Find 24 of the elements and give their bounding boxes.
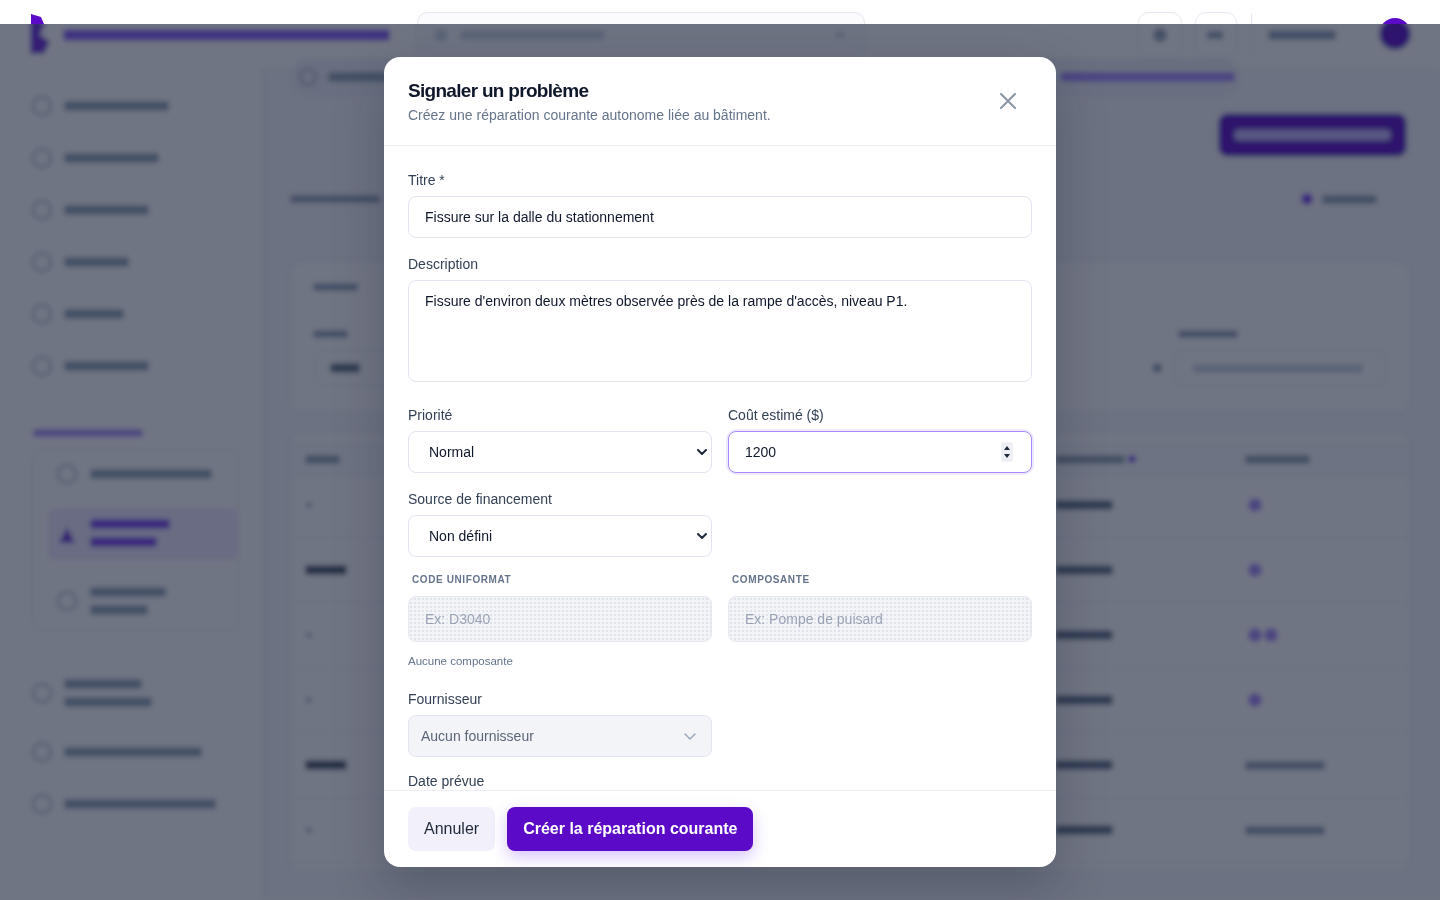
field-label: CODE UNIFORMAT xyxy=(412,573,512,587)
cancel-button[interactable]: Annuler xyxy=(408,807,496,851)
close-icon xyxy=(1000,93,1016,109)
chevron-down-icon xyxy=(684,732,696,740)
stepper-icon[interactable] xyxy=(1001,442,1013,462)
textarea-field[interactable]: Fissure d'environ deux mètres observée près de la rampe d'accès, niveau P1. xyxy=(408,280,1032,382)
field-label: COMPOSANTE xyxy=(732,573,810,587)
number-input[interactable]: 1200 xyxy=(728,431,1032,473)
select-field[interactable]: Non défini xyxy=(408,515,712,557)
field-label: Fournisseur xyxy=(408,690,482,709)
field-label: Titre * xyxy=(408,171,445,190)
field-label: Description xyxy=(408,255,479,274)
field-label: Priorité xyxy=(408,406,453,425)
chevron-down-icon xyxy=(697,449,707,455)
dialog-title: Signaler un problème xyxy=(408,79,590,103)
field-label: Date prévue xyxy=(408,773,485,789)
text-input[interactable]: Fissure sur la dalle du stationnement xyxy=(408,196,1032,238)
chevron-down-icon xyxy=(697,533,707,539)
create-button[interactable]: Créer la réparation courante xyxy=(507,807,754,851)
select-field[interactable]: Normal xyxy=(408,431,712,473)
field-label: Coût estimé ($) xyxy=(728,406,824,425)
dialog-subtitle: Créez une réparation courante autonome liée au bâtiment. xyxy=(408,106,771,125)
helper-text: Aucune composante xyxy=(408,654,513,668)
field-label: Source de financement xyxy=(408,490,552,509)
